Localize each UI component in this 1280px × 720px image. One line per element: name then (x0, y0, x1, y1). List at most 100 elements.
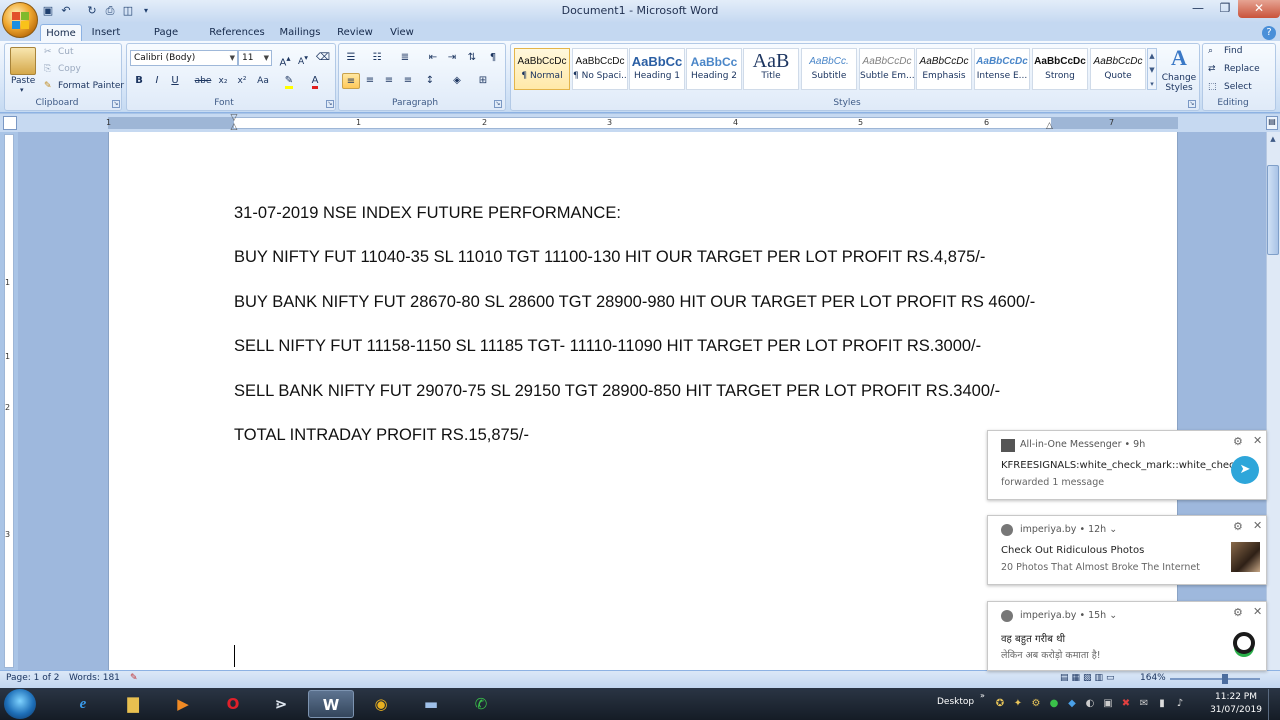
borders-icon[interactable]: ⊞ (474, 73, 492, 89)
trading-app-icon[interactable]: ⋗ (258, 690, 304, 718)
settings-gear-icon[interactable]: ⚙ (1233, 520, 1243, 533)
tray-app-icon[interactable]: ✉ (1138, 698, 1150, 710)
zoom-level[interactable]: 164% (1140, 673, 1166, 683)
tab-references[interactable]: References (208, 24, 266, 42)
vertical-ruler[interactable] (4, 134, 14, 668)
multilevel-list-icon[interactable]: ≣ (396, 50, 414, 66)
font-size-combo[interactable]: 11 ▼ (238, 50, 272, 66)
tray-app-icon[interactable]: ▣ (1102, 698, 1114, 710)
tray-app-icon[interactable]: ✖ (1120, 698, 1132, 710)
tray-app-icon[interactable]: ◆ (1066, 698, 1078, 710)
superscript-button[interactable]: x² (233, 73, 251, 89)
justify-icon[interactable]: ≡ (399, 73, 417, 89)
clear-formatting-icon[interactable]: ⌫ (314, 50, 332, 66)
tray-app-icon[interactable]: ● (1048, 698, 1060, 710)
style-strong[interactable]: AaBbCcDc Strong (1032, 48, 1088, 90)
replace-button[interactable]: Replace (1224, 64, 1260, 74)
close-icon[interactable]: ✕ (1253, 434, 1262, 447)
styles-gallery-scroll[interactable]: ▲ ▼ ▾ (1147, 48, 1157, 90)
help-icon[interactable]: ? (1262, 26, 1276, 40)
subscript-button[interactable]: x₂ (214, 73, 232, 89)
notification-card[interactable]: All-in-One Messenger • 9h ⚙ ✕ KFREESIGNA… (987, 430, 1267, 500)
highlight-color-icon[interactable]: ✎ (280, 73, 298, 89)
word-taskbar-icon[interactable]: W (308, 690, 354, 718)
tray-app-icon[interactable]: ✪ (994, 698, 1006, 710)
document-line[interactable]: TOTAL INTRADAY PROFIT RS.15,875/- (234, 426, 529, 445)
numbering-icon[interactable]: ☷ (368, 50, 386, 66)
document-line[interactable]: BUY NIFTY FUT 11040-35 SL 11010 TGT 1110… (234, 248, 985, 267)
notification-card[interactable]: imperiya.by • 12h ⌄ ⚙ ✕ Check Out Ridicu… (987, 515, 1267, 585)
whatsapp-icon[interactable]: ✆ (458, 690, 504, 718)
paste-dropdown-icon[interactable]: ▾ (20, 86, 24, 94)
style-heading-1[interactable]: AaBbCc Heading 1 (629, 48, 685, 90)
view-ruler-toggle-icon[interactable]: ▤ (1266, 116, 1278, 130)
bold-button[interactable]: B (130, 73, 148, 89)
notification-card[interactable]: imperiya.by • 15h ⌄ ⚙ ✕ वह बहुत गरीब थी … (987, 601, 1267, 671)
font-color-icon[interactable]: A (306, 73, 324, 89)
tab-home[interactable]: Home (40, 24, 82, 42)
document-heading[interactable]: 31-07-2019 NSE INDEX FUTURE PERFORMANCE: (234, 204, 621, 223)
zoom-slider[interactable] (1170, 678, 1260, 680)
shrink-font-icon[interactable]: A▾ (294, 50, 312, 67)
style-normal[interactable]: AaBbCcDc ¶ Normal (514, 48, 570, 90)
network-icon[interactable]: ▮ (1156, 698, 1168, 710)
word-count[interactable]: Words: 181 (69, 673, 120, 683)
scrollbar-thumb[interactable] (1267, 165, 1279, 255)
paragraph-launcher-icon[interactable]: ↘ (494, 100, 502, 108)
right-indent-marker-icon[interactable]: △ (1046, 121, 1056, 131)
tray-app-icon[interactable]: ✦ (1012, 698, 1024, 710)
maximize-button[interactable]: ❐ (1212, 0, 1238, 18)
chrome-icon[interactable]: ◉ (358, 690, 404, 718)
opera-icon[interactable]: O (210, 690, 256, 718)
toolbar-expand-icon[interactable]: » (980, 691, 985, 700)
align-center-icon[interactable]: ≡ (361, 73, 379, 89)
zoom-slider-thumb[interactable] (1222, 674, 1228, 684)
settings-gear-icon[interactable]: ⚙ (1233, 435, 1243, 448)
tab-page-layout[interactable]: Page Layout (136, 24, 196, 55)
sort-icon[interactable]: ⇅ (463, 50, 481, 66)
tab-view[interactable]: View (386, 24, 418, 42)
view-buttons[interactable]: ▤▦▧▥▭ (1060, 673, 1118, 683)
paste-button[interactable]: Paste (11, 76, 35, 86)
style-subtitle[interactable]: AaBbCc. Subtitle (801, 48, 857, 90)
bullets-icon[interactable]: ☰ (342, 50, 360, 66)
align-right-icon[interactable]: ≡ (380, 73, 398, 89)
style-heading-2[interactable]: AaBbCc Heading 2 (686, 48, 742, 90)
show-hide-marks-icon[interactable]: ¶ (484, 50, 502, 66)
font-launcher-icon[interactable]: ↘ (326, 100, 334, 108)
media-player-icon[interactable]: ▶ (160, 690, 206, 718)
style-subtle-emphasis[interactable]: AaBbCcDc Subtle Em... (859, 48, 915, 90)
change-case-button[interactable]: Aa (254, 73, 272, 89)
scroll-up-icon[interactable]: ▲ (1267, 133, 1279, 145)
increase-indent-icon[interactable]: ⇥ (443, 50, 461, 66)
indent-marker-icon[interactable]: ▽ △ (229, 114, 239, 132)
style-no-spacing[interactable]: AaBbCcDc ¶ No Spaci... (572, 48, 628, 90)
close-button[interactable]: ✕ (1238, 0, 1280, 18)
close-icon[interactable]: ✕ (1253, 605, 1262, 618)
office-button[interactable] (2, 2, 38, 38)
decrease-indent-icon[interactable]: ⇤ (424, 50, 442, 66)
find-button[interactable]: Find (1224, 46, 1242, 56)
page-count[interactable]: Page: 1 of 2 (6, 673, 60, 683)
copy-button[interactable]: Copy (58, 64, 81, 74)
file-explorer-icon[interactable]: ▇ (110, 690, 156, 718)
horizontal-ruler[interactable] (108, 117, 1178, 129)
tab-selector[interactable] (3, 116, 17, 130)
internet-explorer-icon[interactable]: e (60, 690, 106, 718)
grow-font-icon[interactable]: A▴ (276, 50, 294, 68)
font-name-combo[interactable]: Calibri (Body) ▼ (130, 50, 238, 66)
italic-button[interactable]: I (148, 73, 166, 89)
format-painter-button[interactable]: Format Painter (58, 81, 124, 91)
terminal-app-icon[interactable]: ▬ (408, 690, 454, 718)
show-desktop-button[interactable] (1268, 689, 1280, 720)
styles-launcher-icon[interactable]: ↘ (1188, 100, 1196, 108)
tray-app-icon[interactable]: ◐ (1084, 698, 1096, 710)
tray-app-icon[interactable]: ⚙ (1030, 698, 1042, 710)
select-button[interactable]: Select (1224, 82, 1252, 92)
cut-button[interactable]: Cut (58, 47, 74, 57)
shading-icon[interactable]: ◈ (448, 73, 466, 89)
document-line[interactable]: SELL NIFTY FUT 11158-1150 SL 11185 TGT- … (234, 337, 981, 356)
settings-gear-icon[interactable]: ⚙ (1233, 606, 1243, 619)
style-intense-emphasis[interactable]: AaBbCcDc Intense E... (974, 48, 1030, 90)
underline-button[interactable]: U (166, 73, 184, 89)
